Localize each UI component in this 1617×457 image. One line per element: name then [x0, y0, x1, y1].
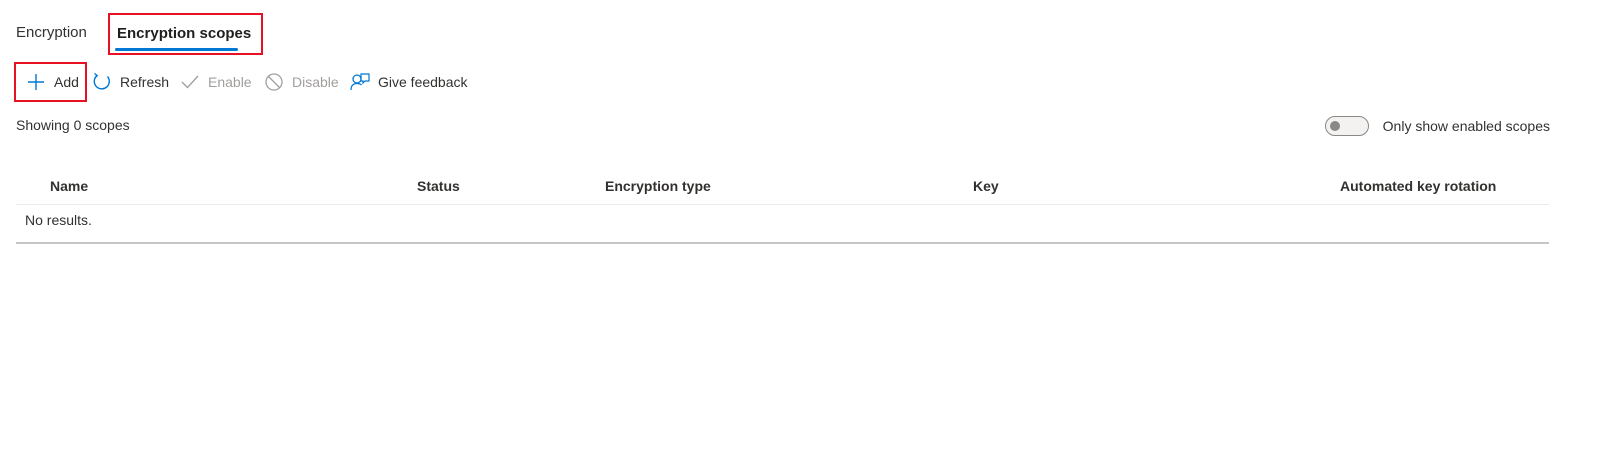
column-header-name[interactable]: Name [50, 178, 88, 194]
give-feedback-button[interactable]: Give feedback [350, 62, 468, 102]
add-button[interactable]: Add [14, 62, 87, 102]
column-header-automated-key-rotation[interactable]: Automated key rotation [1340, 178, 1496, 194]
checkmark-icon [180, 72, 200, 92]
column-header-status[interactable]: Status [417, 178, 460, 194]
active-tab-indicator [115, 48, 238, 51]
block-icon [264, 72, 284, 92]
refresh-button[interactable]: Refresh [92, 62, 169, 102]
disable-button[interactable]: Disable [264, 62, 339, 102]
enable-button[interactable]: Enable [180, 62, 252, 102]
add-button-label: Add [54, 74, 79, 90]
plus-icon [26, 72, 46, 92]
results-count: Showing 0 scopes [16, 117, 130, 133]
empty-state-row: No results. [16, 205, 1549, 244]
table-header: Name Status Encryption type Key Automate… [16, 170, 1549, 205]
scopes-table: Name Status Encryption type Key Automate… [16, 170, 1549, 244]
only-enabled-toggle[interactable] [1324, 116, 1369, 136]
column-header-key[interactable]: Key [973, 178, 999, 194]
tab-encryption-label: Encryption [16, 24, 87, 41]
tab-encryption[interactable]: Encryption [16, 14, 87, 52]
enable-button-label: Enable [208, 74, 252, 90]
only-enabled-toggle-label: Only show enabled scopes [1382, 118, 1550, 134]
give-feedback-button-label: Give feedback [378, 74, 468, 90]
tab-encryption-scopes[interactable]: Encryption scopes [108, 13, 263, 55]
toggle-knob [1329, 121, 1340, 131]
feedback-icon [350, 72, 370, 92]
disable-button-label: Disable [292, 74, 339, 90]
refresh-button-label: Refresh [120, 74, 170, 90]
refresh-icon [92, 72, 112, 92]
column-header-encryption-type[interactable]: Encryption type [605, 178, 711, 194]
enabled-scopes-filter: Only show enabled scopes [1324, 116, 1550, 136]
